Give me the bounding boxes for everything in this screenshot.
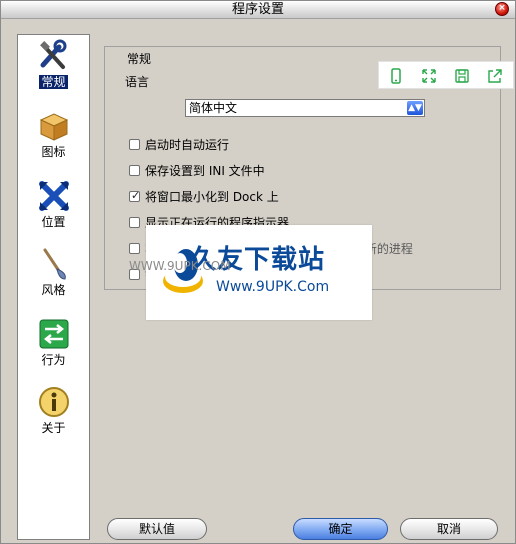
- sidebar-item-about[interactable]: 关于: [18, 381, 89, 445]
- select-arrows-icon: ▲▼: [407, 101, 423, 115]
- sidebar-item-label: 常规: [39, 75, 68, 89]
- share-icon[interactable]: [487, 68, 503, 84]
- info-icon: [38, 387, 69, 417]
- checkbox[interactable]: [129, 139, 140, 150]
- sidebar-item-style[interactable]: 风格: [18, 243, 89, 307]
- switch-arrows-icon: [39, 319, 68, 349]
- language-select[interactable]: 简体中文 ▲▼: [185, 99, 425, 117]
- overlay-toolbar: [378, 61, 514, 89]
- checkbox[interactable]: [129, 243, 140, 254]
- checkbox[interactable]: [129, 165, 140, 176]
- sidebar-item-label: 行为: [41, 353, 66, 367]
- cancel-button[interactable]: 取消: [400, 518, 498, 540]
- sidebar-item-icons[interactable]: 图标: [18, 105, 89, 169]
- watermark-ghost-text: WWW.9UPK.COM: [129, 259, 231, 273]
- group-title: 常规: [125, 50, 154, 67]
- title-bar[interactable]: 程序设置 ×: [1, 1, 515, 19]
- option-label: 将窗口最小化到 Dock 上: [145, 190, 279, 204]
- sidebar: 常规 图标 位置 风格 行为 关于: [17, 34, 90, 540]
- language-value: 简体中文: [189, 101, 238, 115]
- sidebar-item-label: 风格: [41, 283, 66, 297]
- checkbox[interactable]: [129, 217, 140, 228]
- arrows-icon: [38, 181, 69, 211]
- phone-icon[interactable]: [388, 68, 404, 84]
- sidebar-item-general[interactable]: 常规: [18, 35, 89, 99]
- close-icon: ×: [498, 3, 506, 13]
- tools-icon: [39, 39, 66, 69]
- sidebar-item-label: 位置: [41, 215, 66, 229]
- sidebar-item-behavior[interactable]: 行为: [18, 313, 89, 377]
- box-icon: [39, 113, 68, 141]
- option-label: 启动时自动运行: [145, 138, 230, 152]
- checkmark-icon: ✓: [131, 189, 141, 202]
- fullscreen-icon[interactable]: [421, 68, 437, 84]
- option-label: 保存设置到 INI 文件中: [145, 164, 265, 178]
- window-title: 程序设置: [231, 2, 284, 17]
- ok-button[interactable]: 确定: [293, 518, 388, 540]
- sidebar-item-label: 图标: [41, 145, 66, 159]
- save-icon[interactable]: [454, 68, 470, 84]
- settings-window: 程序设置 × 常规 图标 位置 风格 行为 关于 常规 语言 简体中文 ▲▼ 启…: [0, 0, 516, 544]
- defaults-button[interactable]: 默认值: [107, 518, 207, 540]
- watermark-url: Www.9UPK.Com: [216, 279, 330, 295]
- sidebar-item-position[interactable]: 位置: [18, 175, 89, 239]
- sidebar-item-label: 关于: [41, 421, 66, 435]
- language-label: 语言: [125, 75, 150, 89]
- checkbox-checked[interactable]: ✓: [129, 189, 141, 202]
- close-button[interactable]: ×: [495, 2, 509, 16]
- brush-icon: [43, 248, 66, 280]
